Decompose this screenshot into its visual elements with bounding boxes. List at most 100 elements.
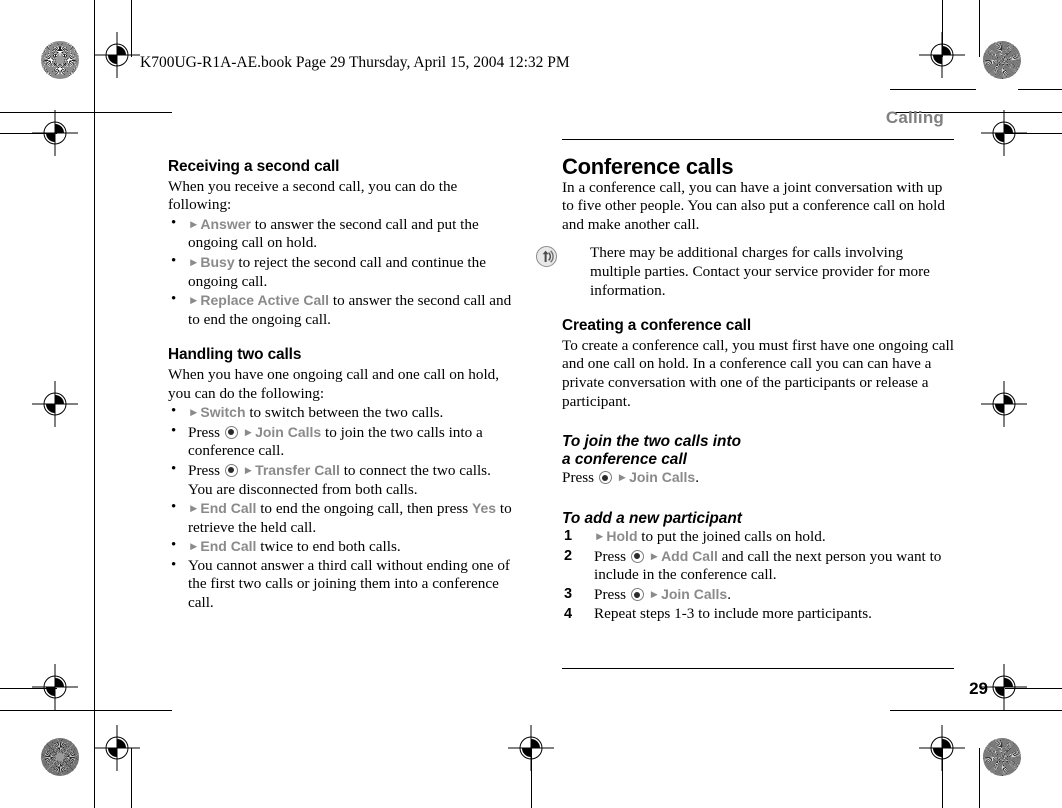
- list-item: 1 ►Hold to put the joined calls on hold.: [562, 527, 954, 547]
- running-head-rule: [562, 139, 954, 140]
- joystick-select-icon: [598, 471, 612, 485]
- joystick-select-icon: [630, 549, 644, 563]
- ui-label-transfer-call: Transfer Call: [255, 461, 340, 478]
- heading-handling-two-calls: Handling two calls: [168, 346, 302, 364]
- rosette-mark-top-left: [41, 41, 79, 79]
- intro-conference-calls: In a conference call, you can have a joi…: [562, 178, 945, 233]
- list-item: ►Replace Active Call to answer the secon…: [168, 290, 513, 329]
- list-item: Press ►Transfer Call to connect the two …: [168, 460, 513, 499]
- crop-line-top-right-v: [942, 0, 943, 57]
- procedure-step-join-calls: Press ►Join Calls.: [562, 468, 954, 488]
- step-text: to put the joined calls on hold.: [637, 528, 826, 546]
- press-word: Press: [188, 461, 224, 479]
- arrow-icon: ►: [188, 503, 200, 516]
- ui-label-join-calls: Join Calls: [255, 423, 322, 440]
- trim-line-top-left: [0, 112, 172, 113]
- procedure-heading-line1: To join the two calls into: [562, 433, 741, 451]
- list-item: 3 Press ►Join Calls.: [562, 585, 954, 605]
- ui-label-add-call: Add Call: [661, 547, 718, 564]
- crop-line-bottom-left-v2: [131, 748, 132, 808]
- list-item-text: to end the ongoing call, then press: [256, 500, 472, 518]
- crop-line-right-h: [1005, 133, 1062, 134]
- ui-label-hold: Hold: [606, 528, 638, 545]
- arrow-icon: ►: [648, 550, 661, 563]
- page-number: 29: [969, 679, 988, 698]
- list-item: ►Switch to switch between the two calls.: [168, 402, 513, 423]
- trim-line-bottom-left: [0, 710, 172, 711]
- folio-rule: [562, 668, 954, 669]
- note-spacer: [562, 234, 954, 244]
- registration-mark-bottom-left: [94, 725, 140, 771]
- procedure-heading-line2: a conference call: [562, 450, 687, 468]
- arrow-icon: ►: [188, 295, 200, 308]
- step-text: Repeat steps 1-3 to include more partici…: [594, 604, 872, 622]
- crop-line-bottom-right-v2: [979, 748, 980, 808]
- bullet-list-handling: ►Switch to switch between the two calls.…: [168, 402, 513, 613]
- joystick-select-icon: [630, 588, 644, 601]
- ui-label-end-call-2: End Call: [200, 538, 257, 555]
- rosette-mark-bottom-left: [41, 738, 79, 776]
- bullet-list-receiving: ►Answer to answer the second call and pu…: [168, 214, 513, 330]
- rosette-mark-bottom-right: [983, 738, 1021, 776]
- arrow-icon: ►: [594, 531, 606, 544]
- ui-label-join-calls: Join Calls: [629, 469, 696, 486]
- registration-mark-right-middle: [981, 381, 1027, 427]
- procedure-heading-join-two-calls: To join the two calls into a conference …: [562, 433, 954, 468]
- list-item: Press ►Join Calls to join the two calls …: [168, 422, 513, 461]
- procedure-heading-add-participant: To add a new participant: [562, 509, 742, 527]
- ui-label-yes: Yes: [471, 500, 497, 517]
- joystick-select-icon: [224, 425, 238, 439]
- rosette-mark-top-right: [983, 41, 1021, 79]
- step-text: .: [727, 586, 731, 603]
- intro-receiving-a-second-call: When you receive a second call, you can …: [168, 177, 458, 214]
- crop-line-top-left-v: [94, 0, 95, 57]
- list-item: 2 Press ►Add Call and call the next perso…: [562, 547, 954, 585]
- note-signal-icon: [536, 246, 557, 268]
- step-number: 3: [564, 586, 573, 602]
- registration-mark-top-left: [94, 32, 140, 78]
- procedure-spacer-2: [562, 488, 954, 510]
- heading-conference-calls: Conference calls: [562, 154, 734, 179]
- procedure-spacer: [562, 411, 954, 433]
- list-item: You cannot answer a third call without e…: [168, 556, 513, 613]
- arrow-icon: ►: [242, 464, 255, 477]
- list-item: ►Answer to answer the second call and pu…: [168, 214, 513, 253]
- list-item: 4 Repeat steps 1-3 to include more partic…: [562, 605, 954, 624]
- arrow-icon: ►: [242, 426, 255, 439]
- trim-line-bottom-right: [890, 710, 1062, 711]
- intro-handling-two-calls: When you have one ongoing call and one c…: [168, 365, 500, 402]
- step-text: and call the next person you want to inc…: [594, 547, 942, 584]
- right-column: Conference calls In a conference call, y…: [536, 154, 954, 623]
- step-number: 4: [564, 605, 573, 622]
- header-rule-right-2: [890, 89, 976, 90]
- registration-mark-left-middle: [32, 381, 78, 427]
- crop-line-bottom-right-v: [942, 748, 943, 808]
- running-head-calling: Calling: [885, 108, 944, 127]
- arrow-icon: ►: [188, 541, 200, 554]
- printed-page: K700UG-R1A-AE.book Page 29 Thursday, Apr…: [0, 0, 1062, 808]
- arrow-icon: ►: [188, 218, 200, 231]
- crop-line-top-left-v2: [131, 0, 132, 57]
- heading-receiving-a-second-call: Receiving a second call: [168, 158, 340, 175]
- note-text: There may be additional charges for call…: [590, 244, 930, 299]
- numbered-list-add-participant: 1 ►Hold to put the joined calls on hold. …: [562, 527, 954, 623]
- heading-creating-a-conference-call: Creating a conference call: [562, 317, 752, 335]
- list-item: ►End Call twice to end both calls.: [168, 536, 513, 557]
- ui-label-busy: Busy: [200, 253, 235, 270]
- note-block: There may be additional charges for call…: [536, 244, 954, 300]
- joystick-select-icon: [224, 463, 238, 477]
- list-item: ►End Call to end the ongoing call, then …: [168, 498, 513, 537]
- page-edge-left: [94, 57, 95, 808]
- arrow-icon: ►: [188, 407, 200, 420]
- list-item-text: You cannot answer a third call without e…: [188, 556, 510, 612]
- left-column: Receiving a second call When you receive…: [168, 158, 513, 613]
- press-word: Press: [188, 423, 224, 441]
- list-item-text: to switch between the two calls.: [245, 404, 444, 422]
- arrow-icon: ►: [648, 589, 661, 601]
- press-word: Press: [594, 586, 630, 603]
- list-item: ►Busy to reject the second call and cont…: [168, 252, 513, 291]
- crop-line-top-right-v2: [979, 0, 980, 57]
- press-word: Press: [594, 547, 630, 565]
